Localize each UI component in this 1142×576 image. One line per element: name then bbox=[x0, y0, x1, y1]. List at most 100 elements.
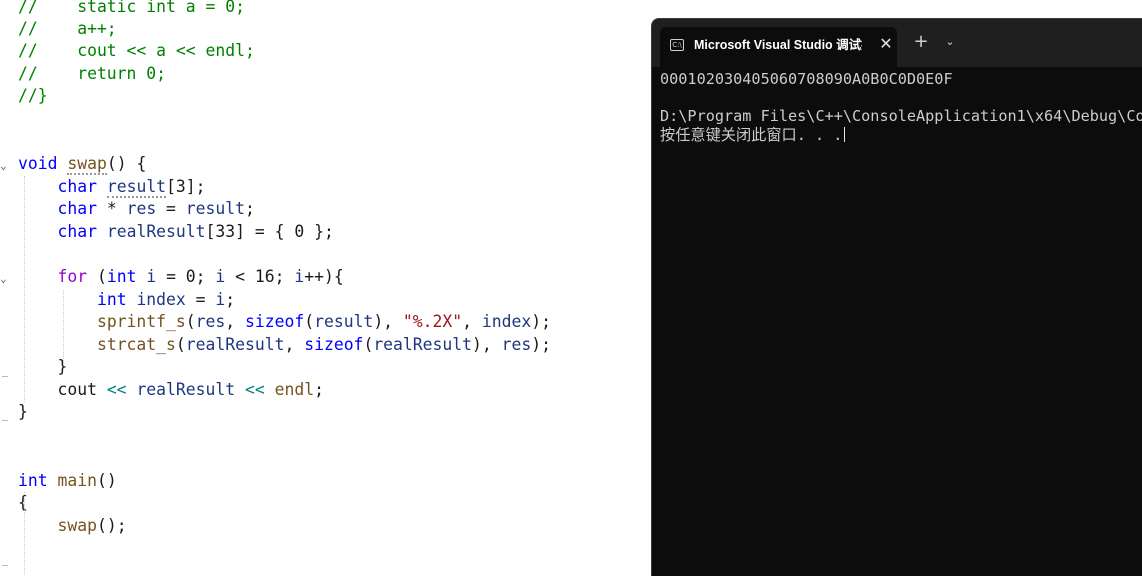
code-token: "%.2X" bbox=[402, 312, 463, 331]
fold-end-marker bbox=[2, 565, 8, 566]
code-token: < 16; bbox=[225, 267, 295, 286]
code-token: int bbox=[18, 471, 48, 490]
code-line[interactable]: // static int a = 0; bbox=[18, 0, 245, 18]
code-line[interactable]: } bbox=[18, 356, 67, 378]
code-token: } bbox=[18, 402, 28, 421]
tab-title: Microsoft Visual Studio 调试控制台 bbox=[694, 38, 862, 52]
code-line[interactable]: for (int i = 0; i < 16; i++){ bbox=[18, 266, 344, 288]
code-token: swap bbox=[57, 516, 97, 535]
code-token: realResult bbox=[136, 380, 236, 399]
fold-toggle-icon[interactable]: ⌄ bbox=[0, 160, 10, 172]
code-token: * bbox=[96, 199, 127, 218]
code-line[interactable]: } bbox=[18, 401, 28, 423]
code-token: ; bbox=[245, 199, 255, 218]
code-token: } bbox=[18, 357, 68, 376]
code-token: //} bbox=[18, 86, 48, 105]
code-token: sizeof bbox=[304, 335, 364, 354]
code-line[interactable]: char * res = result; bbox=[18, 198, 255, 220]
terminal-window[interactable]: C:\ Microsoft Visual Studio 调试控制台 ✕ + ⌄ … bbox=[651, 18, 1142, 576]
code-token: for bbox=[57, 267, 88, 286]
chevron-down-icon[interactable]: ⌄ bbox=[942, 34, 958, 50]
code-token: cout bbox=[18, 380, 107, 399]
fold-end-marker bbox=[2, 376, 8, 377]
code-token: // return 0; bbox=[18, 64, 167, 83]
code-token: main bbox=[57, 471, 97, 490]
code-line[interactable]: strcat_s(realResult, sizeof(realResult),… bbox=[18, 334, 551, 356]
code-token: int bbox=[96, 290, 127, 309]
code-line[interactable]: swap(); bbox=[18, 515, 126, 537]
code-line[interactable]: sprintf_s(res, sizeof(result), "%.2X", i… bbox=[18, 311, 551, 333]
code-token: { bbox=[18, 493, 28, 512]
code-line[interactable]: //} bbox=[18, 85, 48, 107]
code-line[interactable]: { bbox=[18, 492, 28, 514]
code-token: i bbox=[294, 267, 305, 286]
code-token: ( bbox=[363, 335, 374, 354]
code-token: // static int a = 0; bbox=[18, 0, 245, 16]
new-tab-button[interactable]: + bbox=[912, 33, 930, 51]
code-line[interactable]: void swap() { bbox=[18, 153, 146, 175]
close-icon[interactable]: ✕ bbox=[878, 35, 894, 53]
code-token: , bbox=[462, 312, 482, 331]
code-token: [33] = { 0 }; bbox=[205, 222, 334, 241]
code-line[interactable]: // cout << a << endl; bbox=[18, 40, 255, 62]
code-token: () { bbox=[106, 154, 147, 173]
code-line[interactable]: char result[3]; bbox=[18, 176, 206, 198]
code-token: res bbox=[195, 312, 226, 331]
code-token: int bbox=[106, 267, 137, 286]
terminal-tab[interactable]: C:\ Microsoft Visual Studio 调试控制台 ✕ bbox=[660, 27, 897, 67]
code-token: ); bbox=[531, 335, 551, 354]
code-token: sizeof bbox=[245, 312, 305, 331]
code-token: ); bbox=[531, 312, 551, 331]
code-token: endl bbox=[274, 380, 315, 399]
code-token: index bbox=[136, 290, 186, 309]
code-token: i bbox=[215, 290, 226, 309]
code-token: ), bbox=[472, 335, 502, 354]
terminal-titlebar[interactable]: C:\ Microsoft Visual Studio 调试控制台 ✕ + ⌄ bbox=[652, 19, 1142, 67]
code-token: ++){ bbox=[304, 267, 344, 286]
code-token: , bbox=[284, 335, 305, 354]
code-token: ( bbox=[185, 312, 196, 331]
code-token: ), bbox=[373, 312, 403, 331]
indent-guide bbox=[63, 290, 64, 363]
code-token: ; bbox=[314, 380, 324, 399]
code-token: char bbox=[57, 222, 97, 241]
fold-toggle-icon[interactable]: ⌄ bbox=[0, 273, 10, 285]
text-cursor bbox=[844, 127, 846, 142]
code-token: ; bbox=[225, 290, 236, 309]
code-token: strcat_s bbox=[96, 335, 176, 354]
code-line[interactable]: cout << realResult << endl; bbox=[18, 379, 324, 401]
code-line[interactable]: char realResult[33] = { 0 }; bbox=[18, 221, 334, 243]
code-editor[interactable]: // static int a = 0; // a++; // cout << a … bbox=[0, 0, 650, 575]
code-token: sprintf_s bbox=[96, 312, 186, 331]
code-line[interactable]: int index = i; bbox=[18, 289, 235, 311]
code-line[interactable]: // return 0; bbox=[18, 63, 166, 85]
output-line-hex: 000102030405060708090A0B0C0D0E0F bbox=[660, 70, 953, 88]
code-token: = bbox=[185, 290, 216, 309]
code-token: ( bbox=[304, 312, 315, 331]
code-token: ( bbox=[87, 267, 107, 286]
code-token: realResult bbox=[373, 335, 472, 354]
code-token: result bbox=[106, 177, 167, 198]
code-token: swap bbox=[67, 154, 107, 175]
code-token: [3]; bbox=[166, 177, 206, 196]
code-token: realResult bbox=[106, 222, 206, 241]
code-token: i bbox=[146, 267, 157, 286]
code-token: // cout << a << endl; bbox=[18, 41, 255, 60]
code-token: i bbox=[215, 267, 226, 286]
code-token: ( bbox=[175, 335, 186, 354]
code-line[interactable]: // a++; bbox=[18, 18, 117, 40]
code-token: res bbox=[126, 199, 157, 218]
code-token: index bbox=[481, 312, 532, 331]
code-token: char bbox=[57, 177, 97, 196]
code-token: result bbox=[185, 199, 246, 218]
code-line[interactable]: int main() bbox=[18, 470, 117, 492]
fold-end-marker bbox=[2, 420, 8, 421]
code-token: res bbox=[501, 335, 532, 354]
